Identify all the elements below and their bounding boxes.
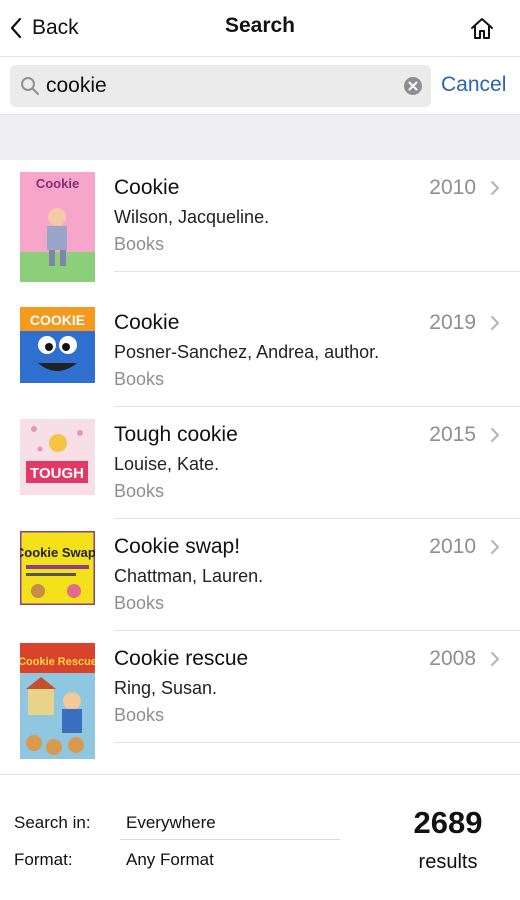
result-count: 2689: [413, 805, 483, 840]
cover-title: COOKIE: [30, 312, 85, 328]
search-bar: Cancel: [0, 56, 520, 114]
result-row[interactable]: COOKIE Cookie Posner-Sanchez, Andrea, au…: [0, 295, 520, 407]
search-field[interactable]: [10, 65, 431, 107]
result-title: Tough cookie: [114, 423, 238, 446]
row-divider: [114, 271, 520, 272]
result-format: Books: [114, 705, 165, 725]
navigation-bar: Back Search: [0, 0, 520, 56]
result-year: 2015: [429, 423, 476, 446]
page-title: Search: [224, 14, 296, 37]
result-year: 2019: [429, 311, 476, 334]
result-year: 2010: [429, 535, 476, 558]
book-cover: Cookie Swap!: [20, 531, 95, 605]
clear-icon[interactable]: [403, 76, 423, 96]
row-divider: [114, 742, 520, 743]
result-title: Cookie: [114, 311, 180, 334]
cover-title: Cookie: [36, 176, 79, 191]
filter-divider: [120, 839, 340, 840]
book-cover: TOUGH: [20, 419, 95, 495]
format-label: Format:: [14, 850, 73, 869]
format-value[interactable]: Any Format: [126, 850, 214, 870]
result-author: Ring, Susan.: [114, 678, 218, 698]
result-author: Wilson, Jacqueline.: [114, 207, 270, 227]
results-list: Cookie Cookie Wilson, Jacqueline. Books …: [0, 160, 520, 774]
result-year: 2010: [429, 176, 476, 199]
search-in-value[interactable]: Everywhere: [126, 813, 216, 833]
result-row[interactable]: Cookie Swap! Cookie swap! Chattman, Laur…: [0, 519, 520, 631]
search-icon: [21, 77, 39, 95]
result-format: Books: [114, 234, 165, 254]
result-row[interactable]: TOUGH Tough cookie Louise, Kate. Books 2…: [0, 407, 520, 519]
result-year: 2008: [429, 647, 476, 670]
result-row[interactable]: Cookie Rescue Cookie rescue Ring, Susan.…: [0, 631, 520, 759]
result-title: Cookie swap!: [114, 535, 241, 558]
result-author: Louise, Kate.: [114, 454, 220, 474]
result-title: Cookie rescue: [114, 647, 249, 670]
search-summary-footer: Search in: Everywhere Format: Any Format…: [0, 774, 520, 900]
chevron-right-icon: [491, 428, 499, 442]
cancel-button[interactable]: Cancel: [441, 73, 506, 97]
section-spacer: [0, 114, 520, 160]
chevron-right-icon: [491, 181, 499, 195]
result-row[interactable]: Cookie Cookie Wilson, Jacqueline. Books …: [0, 160, 520, 282]
cover-title: Cookie Rescue: [20, 656, 95, 668]
book-cover: COOKIE: [20, 307, 95, 383]
cover-title: TOUGH: [30, 465, 84, 482]
book-cover: Cookie Rescue: [20, 643, 95, 759]
home-icon[interactable]: [468, 14, 496, 42]
result-format: Books: [114, 481, 165, 501]
chevron-right-icon: [491, 316, 499, 330]
search-input[interactable]: [46, 70, 396, 102]
result-count-label: results: [418, 851, 478, 873]
chevron-right-icon: [491, 540, 499, 554]
result-format: Books: [114, 593, 165, 613]
cover-title: Cookie Swap!: [20, 545, 95, 560]
book-cover: Cookie: [20, 172, 95, 282]
chevron-right-icon: [491, 652, 499, 666]
result-author: Chattman, Lauren.: [114, 566, 264, 586]
search-in-label: Search in:: [14, 813, 91, 832]
result-author: Posner-Sanchez, Andrea, author.: [114, 342, 380, 362]
result-title: Cookie: [114, 176, 180, 199]
result-format: Books: [114, 369, 165, 389]
